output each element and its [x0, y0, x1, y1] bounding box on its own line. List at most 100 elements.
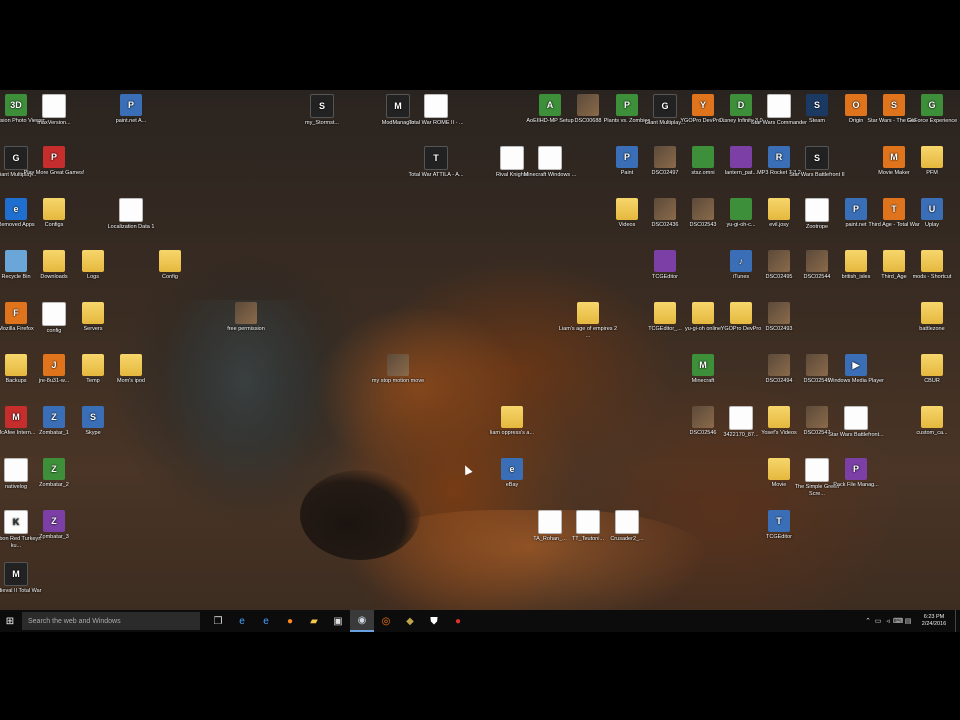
desktop-icon-label: mods - Shortcut [912, 274, 952, 280]
desktop[interactable]: 3D3D Vision Photo ViewermaxVersion...Ppa… [0, 90, 960, 632]
document-icon [538, 146, 562, 170]
clock-date: 2/24/2016 [921, 621, 947, 627]
desktop-icon[interactable]: DSC02493 [748, 302, 810, 333]
taskbar-firefox-button[interactable]: ● [278, 610, 302, 632]
taskbar-file-explorer-button[interactable]: ▰ [302, 610, 326, 632]
folder-icon [120, 354, 142, 376]
taskbar-record-button[interactable]: ● [446, 610, 470, 632]
notification-icon[interactable]: ▤ [903, 617, 913, 625]
search-box[interactable]: Search the web and Windows [22, 612, 200, 630]
desktop-icon[interactable]: custom_ca... [901, 406, 960, 437]
desktop-icon[interactable]: free permission [215, 302, 277, 333]
clock[interactable]: 6:23 PM 2/24/2016 [913, 614, 955, 628]
desktop-icon[interactable]: P Play More Great Games! [23, 146, 85, 177]
taskbar-internet-explorer-button[interactable]: e [254, 610, 278, 632]
media-player-icon: ▶ [845, 354, 867, 376]
desktop-icon[interactable]: T TCGEditor [748, 510, 810, 541]
desktop-icon[interactable]: Configs [23, 198, 85, 229]
taskbar-origin-button[interactable]: ◎ [374, 610, 398, 632]
zombatar-icon: Z [43, 458, 65, 480]
desktop-icon-label: Skype [85, 430, 101, 436]
folder-icon [43, 198, 65, 220]
desktop-icon[interactable]: Servers [62, 302, 124, 333]
desktop-icon[interactable]: ▶ Windows Media Player [825, 354, 887, 385]
desktop-icon[interactable]: PFM [901, 146, 960, 177]
start-button[interactable]: ⊞ [0, 610, 20, 632]
desktop-icon[interactable]: TCGEditor [634, 250, 696, 281]
desktop-icon[interactable]: maxVersion... [23, 94, 85, 127]
desktop-icon[interactable]: e eBay [481, 458, 543, 489]
desktop-icon[interactable]: Star Wars Battlefront... [825, 406, 887, 439]
photo-icon [768, 302, 790, 324]
desktop-icon-label: maxVersion... [37, 120, 71, 126]
wallpaper-dog-muzzle [300, 470, 420, 560]
desktop-icon[interactable]: liam oppress's a... [481, 406, 543, 437]
desktop-icon[interactable]: mods - Shortcut [901, 250, 960, 281]
desktop-icon-label: liam oppress's a... [489, 430, 535, 436]
desktop-icon[interactable]: M Medieval II Total War [0, 562, 47, 595]
taskbar-game-button[interactable]: ◆ [398, 610, 422, 632]
desktop-icon-label: Windows Media Player [828, 378, 884, 384]
system-tray: ⌃ ▭ ◃ ⌨ ▤ 6:23 PM 2/24/2016 [863, 610, 960, 632]
desktop-icon[interactable]: Config [139, 250, 201, 281]
desktop-icon[interactable]: P Pack File Manag... [825, 458, 887, 489]
network-icon[interactable]: ▭ [873, 617, 883, 625]
desktop-icon-label: paint.net A... [115, 118, 147, 124]
desktop-icon-label: Crusader2_... [610, 536, 644, 542]
taskbar-task-view-button[interactable]: ❐ [206, 610, 230, 632]
firefox-icon: ● [286, 615, 294, 627]
desktop-icon[interactable]: Crusader2_... [596, 510, 658, 543]
zombatar-icon: Z [43, 510, 65, 532]
desktop-icon-label: Config [162, 274, 178, 280]
desktop-icon[interactable]: Smy_Stormst... [291, 94, 353, 127]
taskbar: ⊞ Search the web and Windows ❐ e e ● ▰ ▣ ◉ ◎ ◆ ⛊ ●… [0, 610, 960, 632]
volume-icon[interactable]: ◃ [883, 617, 893, 625]
desktop-icon[interactable]: S Skype [62, 406, 124, 437]
desktop-icon-label: Total War ATTILA - A... [408, 172, 464, 178]
desktop-icon[interactable]: Liam's age of empires 2 ... [557, 302, 619, 339]
folder-icon [921, 406, 943, 428]
desktop-icon[interactable]: CBUR [901, 354, 960, 385]
folder-icon [921, 302, 943, 324]
desktop-icon[interactable]: S Star Wars Battlefront II [786, 146, 848, 179]
desktop-icon[interactable]: Logs [62, 250, 124, 281]
mcafee-shield-icon: ⛊ [430, 615, 438, 627]
desktop-icon[interactable]: Minecraft Windows ... [519, 146, 581, 179]
desktop-icon[interactable]: Ppaint.net A... [100, 94, 162, 125]
desktop-icon-label: Mom's ipod [117, 378, 145, 384]
desktop-icon[interactable]: Z Zombatar_3 [23, 510, 85, 541]
desktop-icon[interactable]: Localization Data 1 [100, 198, 162, 231]
paint-net-icon: P [120, 94, 142, 116]
uplay-icon: U [921, 198, 943, 220]
desktop-icon[interactable]: Total War ROME II - ... [405, 94, 467, 127]
windows-logo-icon: ⊞ [5, 615, 15, 627]
desktop-icon[interactable]: G GeForce Experience [901, 94, 960, 125]
desktop-icon[interactable]: battlezone [901, 302, 960, 333]
task-view-icon: ❐ [213, 615, 223, 627]
taskbar-pinned-apps: ❐ e e ● ▰ ▣ ◉ ◎ ◆ ⛊ ● [206, 610, 470, 632]
game-icon: T [424, 146, 448, 170]
desktop-icon[interactable]: my stop motion move [367, 354, 429, 385]
taskbar-mcafee-shield-button[interactable]: ⛊ [422, 610, 446, 632]
up-arrow-icon[interactable]: ⌃ [863, 617, 873, 625]
taskbar-steam-button[interactable]: ◉ [350, 610, 374, 632]
desktop-icon-label: Minecraft [691, 378, 715, 384]
folder-icon [82, 302, 104, 324]
folder-icon [577, 302, 599, 324]
taskbar-store-button[interactable]: ▣ [326, 610, 350, 632]
folder-icon [159, 250, 181, 272]
desktop-icon[interactable]: T Total War ATTILA - A... [405, 146, 467, 179]
geforce-icon: G [921, 94, 943, 116]
desktop-icon-label: Logs [87, 274, 99, 280]
desktop-icon-label: PFM [926, 170, 938, 176]
desktop-icon-label: GeForce Experience [906, 118, 958, 124]
desktop-icon-label: Liam's age of empires 2 ... [558, 326, 618, 339]
keyboard-icon[interactable]: ⌨ [893, 617, 903, 625]
desktop-icon[interactable]: U Uplay [901, 198, 960, 229]
desktop-icon-label: Localization Data 1 [107, 224, 155, 230]
desktop-icon[interactable]: M Minecraft [672, 354, 734, 385]
show-desktop-button[interactable] [955, 610, 960, 632]
taskbar-edge-button[interactable]: e [230, 610, 254, 632]
desktop-icon[interactable]: Z Zombatar_2 [23, 458, 85, 489]
desktop-icon[interactable]: Mom's ipod [100, 354, 162, 385]
